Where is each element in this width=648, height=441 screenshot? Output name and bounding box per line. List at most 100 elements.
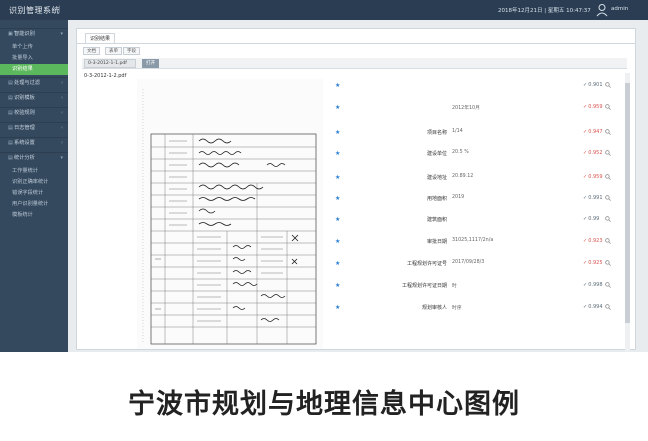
check-icon: ✓ — [583, 129, 588, 135]
field-value[interactable]: 20.5 % — [452, 150, 469, 155]
user-name[interactable]: admin — [611, 6, 628, 12]
star-icon[interactable]: ★ — [335, 304, 340, 311]
confidence-score: ✓0.959 — [583, 104, 603, 110]
field-row[interactable]: ★ 建筑面积 ✓0.99 — [322, 213, 627, 227]
scrollbar[interactable] — [625, 73, 630, 351]
field-row[interactable]: ★ 用地面积 2019 ✓0.991 — [322, 192, 627, 206]
caption-text: 宁波市规划与地理信息中心图例 — [128, 389, 520, 420]
magnifier-icon[interactable] — [605, 260, 611, 266]
field-value[interactable]: 20.89.12 — [452, 174, 473, 179]
sidebar-item[interactable]: 错误字段统计 — [0, 188, 68, 199]
star-icon[interactable]: ★ — [335, 238, 340, 245]
star-icon[interactable]: ★ — [335, 104, 340, 111]
user-icon[interactable] — [596, 3, 608, 17]
confidence-score: ✓0.994 — [583, 304, 603, 310]
subtab-document[interactable]: 文档 — [83, 47, 100, 55]
sidebar-item[interactable]: ▤系统设置 ‹ — [0, 137, 68, 148]
field-label: 建设单位 — [426, 151, 447, 157]
check-icon: ✓ — [583, 195, 588, 201]
field-label: 工程规划许可证日期 — [401, 283, 447, 289]
file-select[interactable]: 0-3-2012-1-1.pdf — [84, 59, 136, 68]
check-icon: ✓ — [583, 260, 588, 266]
magnifier-icon[interactable] — [605, 195, 611, 201]
confidence-value: 0.901 — [588, 82, 603, 88]
star-icon[interactable]: ★ — [335, 282, 340, 289]
sidebar-item[interactable]: 批量导入 — [0, 53, 68, 64]
magnifier-icon[interactable] — [605, 216, 611, 222]
magnifier-icon[interactable] — [605, 104, 611, 110]
sidebar-item-label: 日志管理 — [14, 125, 35, 131]
sidebar-item-label: 单个上传 — [12, 44, 33, 50]
check-icon: ✓ — [583, 174, 588, 180]
field-row[interactable]: ★ ✓0.901 — [322, 79, 627, 93]
field-label: 工程规划许可证号 — [406, 261, 447, 267]
star-icon[interactable]: ★ — [335, 150, 340, 157]
field-value[interactable]: 1/14 — [452, 129, 463, 134]
field-row[interactable]: ★ 建设单位 20.5 % ✓0.952 — [322, 147, 627, 161]
confidence-value: 0.959 — [588, 174, 603, 180]
sidebar-item[interactable]: ▤统计分析 ▾ — [0, 152, 68, 163]
field-value[interactable]: 31025,1117/2n/a — [452, 238, 493, 243]
confidence-score: ✓0.998 — [583, 282, 603, 288]
magnifier-icon[interactable] — [605, 150, 611, 156]
field-label: 建设地址 — [426, 175, 447, 181]
star-icon[interactable]: ★ — [335, 260, 340, 267]
confidence-value: 0.99 — [588, 216, 600, 222]
sidebar-item[interactable]: 工作量统计 — [0, 166, 68, 177]
sidebar-item-label: 批量导入 — [12, 55, 33, 61]
magnifier-icon[interactable] — [605, 282, 611, 288]
star-icon[interactable]: ★ — [335, 129, 340, 136]
check-icon: ✓ — [583, 104, 588, 110]
sidebar-item-label: 识别结果 — [12, 66, 33, 72]
sidebar-item[interactable]: ▤处理与过滤 ‹ — [0, 77, 68, 88]
sidebar-item[interactable]: ▣智能识别 ▾ — [0, 28, 68, 39]
confidence-value: 0.947 — [588, 129, 603, 135]
confidence-score: ✓0.99 — [583, 216, 599, 222]
confidence-value: 0.959 — [588, 104, 603, 110]
magnifier-icon[interactable] — [605, 304, 611, 310]
sidebar-item[interactable]: ▤校验规则 ‹ — [0, 107, 68, 118]
sidebar-item[interactable]: 单个上传 — [0, 42, 68, 53]
field-row[interactable]: ★ 工程规划许可证号 2017/09/28/3 ✓0.925 — [322, 257, 627, 271]
field-row[interactable]: ★ 项目名称 1/14 ✓0.947 — [322, 126, 627, 140]
current-filename: 0-3-2012-1-2.pdf — [84, 73, 127, 79]
star-icon[interactable]: ★ — [335, 216, 340, 223]
field-row[interactable]: ★ 规划审核人 时序 ✓0.994 — [322, 301, 627, 315]
sidebar-item[interactable]: 识别正确率统计 — [0, 177, 68, 188]
open-button[interactable]: 打开 — [142, 59, 160, 68]
field-row[interactable]: ★ 审批日期 31025,1117/2n/a ✓0.923 — [322, 235, 627, 249]
field-row[interactable]: ★ 工程规划许可证日期时 ✓0.998 — [322, 279, 627, 293]
magnifier-icon[interactable] — [605, 129, 611, 135]
confidence-score: ✓0.925 — [583, 260, 603, 266]
chevron-icon: ▾ — [60, 155, 63, 161]
scroll-thumb[interactable] — [625, 83, 630, 323]
confidence-score: ✓0.947 — [583, 129, 603, 135]
result-panel: 识别结果 文档 表单 字段 0-3-2012-1-1.pdf 打开 0-3-20… — [76, 28, 636, 351]
sidebar-item[interactable]: 识别结果 — [0, 64, 68, 75]
sidebar-item-label: 错误字段统计 — [12, 190, 44, 196]
field-row[interactable]: ★ 建设地址 20.89.12 ✓0.959 — [322, 171, 627, 185]
field-value[interactable]: 2019 — [452, 195, 464, 200]
star-icon[interactable]: ★ — [335, 195, 340, 202]
subtab-field[interactable]: 字段 — [123, 47, 140, 55]
field-value[interactable]: 2012年10月 — [452, 104, 480, 111]
sidebar-item[interactable]: 模板统计 — [0, 210, 68, 221]
subtab-form[interactable]: 表单 — [105, 47, 122, 55]
star-icon[interactable]: ★ — [335, 174, 340, 181]
sidebar-item[interactable]: ▤日志管理 ‹ — [0, 122, 68, 133]
field-value[interactable]: 时序 — [452, 304, 462, 311]
tab-results[interactable]: 识别结果 — [85, 33, 116, 43]
star-icon[interactable]: ★ — [335, 82, 340, 89]
confidence-value: 0.994 — [588, 304, 603, 310]
magnifier-icon[interactable] — [605, 238, 611, 244]
magnifier-icon[interactable] — [605, 174, 611, 180]
field-value[interactable]: 2017/09/28/3 — [452, 260, 484, 265]
sidebar-item[interactable]: ▤识别模板 ‹ — [0, 92, 68, 103]
sidebar-item[interactable]: 用户识别量统计 — [0, 199, 68, 210]
sidebar-item-label: 校验规则 — [14, 110, 35, 116]
field-value[interactable]: 时 — [452, 282, 457, 289]
datetime-display: 2018年12月21日 | 星期五 10:47:37 — [498, 8, 591, 14]
magnifier-icon[interactable] — [605, 82, 611, 88]
sidebar-item-label: 用户识别量统计 — [12, 201, 49, 207]
field-row[interactable]: ★ 2012年10月 ✓0.959 — [322, 101, 627, 115]
